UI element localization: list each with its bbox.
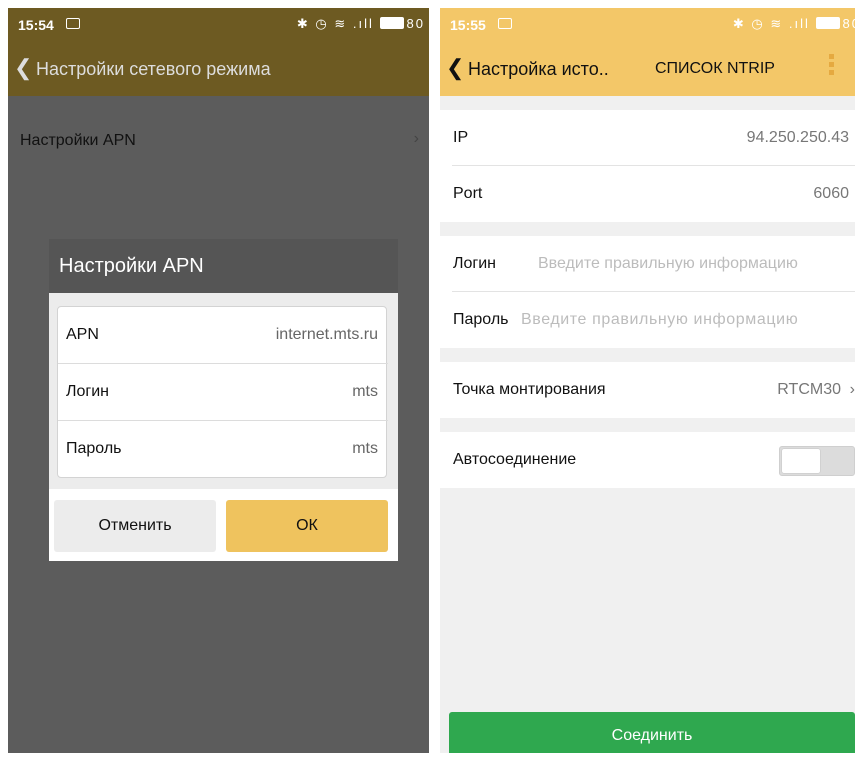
signal-icon: .ıll [788, 16, 810, 31]
apn-settings-label: Настройки APN [20, 132, 136, 149]
dialog-title: Настройки APN [59, 255, 204, 277]
connect-button[interactable]: Соединить [449, 712, 855, 753]
ip-value[interactable]: 94.250.250.43 [747, 129, 849, 147]
login-field-label: Логин [66, 383, 110, 400]
page-title: Настройки сетевого режима [36, 59, 271, 79]
app-bar: ❮ Настройки сетевого режима [8, 42, 429, 96]
chevron-right-icon: › [849, 381, 855, 398]
alarm-icon: ◷ [751, 16, 765, 31]
connection-group: IP 94.250.250.43 Port 6060 [440, 110, 855, 222]
battery-level: 80 [406, 16, 425, 31]
ok-button[interactable]: ОК [226, 500, 388, 552]
status-icons: ✱ ◷ ≋ .ıll 80 [297, 16, 425, 32]
autoconnect-toggle[interactable] [779, 446, 855, 476]
port-label: Port [453, 185, 483, 202]
ip-row[interactable]: IP 94.250.250.43 [440, 110, 855, 166]
page-title: Настройка исто.. [468, 59, 609, 79]
dialog-body: APN internet.mts.ru Логин mts Пароль mts [49, 293, 398, 489]
network-settings-screen: 15:54 ✱ ◷ ≋ .ıll 80 ❮ Настройки сетевого… [8, 8, 429, 753]
toggle-knob [782, 449, 820, 473]
credentials-group: Логин Введите правильную информацию Паро… [440, 236, 855, 348]
port-value[interactable]: 6060 [813, 185, 849, 203]
back-chevron-icon[interactable]: ❮ [446, 55, 464, 81]
chevron-right-icon: › [413, 130, 419, 147]
wifi-icon: ≋ [770, 16, 784, 31]
battery-icon [815, 17, 840, 29]
status-icons: ✱ ◷ ≋ .ıll 80 [733, 16, 855, 32]
signal-icon: .ıll [352, 16, 374, 31]
login-row[interactable]: Логин Введите правильную информацию [440, 236, 855, 292]
autoconnect-group: Автосоединение [440, 432, 855, 488]
battery-icon [379, 17, 404, 29]
apn-field-label: APN [66, 326, 99, 343]
password-row[interactable]: Пароль Введите правильную информацию [440, 292, 855, 348]
kebab-menu-icon[interactable] [829, 54, 835, 78]
battery-level: 80 [842, 16, 855, 31]
mount-group: Точка монтирования RTCM30 › [440, 362, 855, 418]
mount-point-label: Точка монтирования [453, 381, 606, 398]
mount-point-row[interactable]: Точка монтирования RTCM30 › [440, 362, 855, 418]
dialog-fields: APN internet.mts.ru Логин mts Пароль mts [57, 306, 388, 478]
login-field[interactable]: Логин mts [58, 364, 388, 421]
status-time: 15:54 [18, 17, 54, 33]
ntrip-list-tab[interactable]: СПИСОК NTRIP [655, 60, 775, 78]
login-input[interactable]: Введите правильную информацию [538, 255, 798, 273]
autoconnect-label: Автосоединение [453, 451, 577, 468]
cancel-button[interactable]: Отменить [54, 500, 216, 552]
apn-settings-item[interactable]: Настройки APN › [8, 116, 429, 166]
status-bar: 15:54 ✱ ◷ ≋ .ıll 80 [8, 8, 429, 42]
alarm-icon: ◷ [315, 16, 329, 31]
wifi-icon: ≋ [334, 16, 348, 31]
password-field-label: Пароль [66, 440, 122, 457]
image-icon [66, 18, 80, 29]
back-chevron-icon[interactable]: ❮ [14, 55, 32, 81]
login-label: Логин [453, 255, 497, 272]
password-field-value[interactable]: mts [352, 440, 378, 458]
ip-label: IP [453, 129, 469, 146]
dialog-header: Настройки APN [49, 239, 398, 293]
autoconnect-row: Автосоединение [440, 432, 855, 488]
apn-field-value[interactable]: internet.mts.ru [276, 326, 378, 344]
bluetooth-icon: ✱ [296, 16, 310, 31]
status-bar: 15:55 ✱ ◷ ≋ .ıll 80 [440, 8, 855, 42]
apn-dialog: Настройки APN APN internet.mts.ru Логин … [49, 239, 398, 561]
port-row[interactable]: Port 6060 [440, 166, 855, 222]
status-time: 15:55 [450, 17, 486, 33]
bluetooth-icon: ✱ [732, 16, 746, 31]
password-input[interactable]: Введите правильную информацию [521, 311, 798, 329]
dialog-footer: Отменить ОК [49, 489, 398, 561]
mount-point-value: RTCM30 [777, 381, 841, 398]
apn-field[interactable]: APN internet.mts.ru [58, 307, 388, 364]
source-settings-screen: 15:55 ✱ ◷ ≋ .ıll 80 ❮ Настройка исто.. С… [440, 8, 855, 753]
image-icon [498, 18, 512, 29]
password-label: Пароль [453, 311, 509, 328]
app-bar: ❮ Настройка исто.. СПИСОК NTRIP [440, 42, 855, 96]
login-field-value[interactable]: mts [352, 383, 378, 401]
password-field[interactable]: Пароль mts [58, 421, 388, 478]
